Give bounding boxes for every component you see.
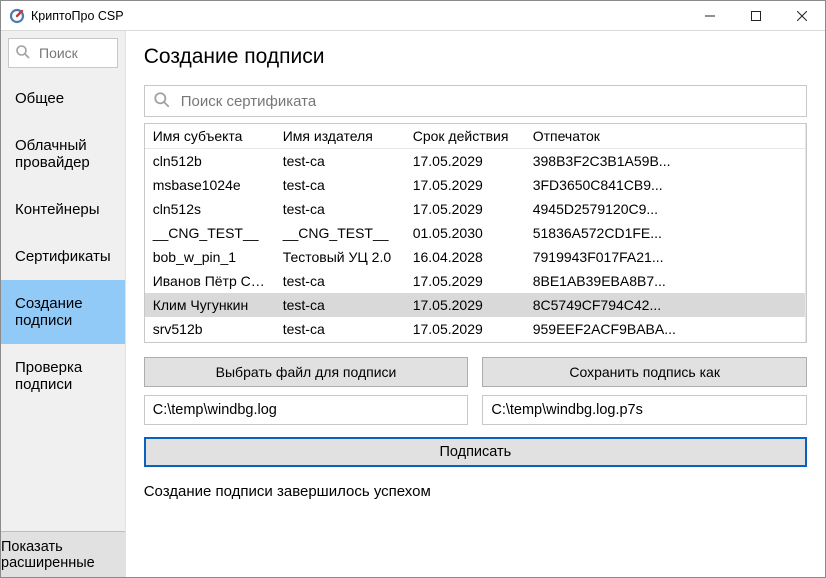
sign-button[interactable]: Подписать	[144, 437, 807, 467]
cell-thumbprint: 8C5749CF794C42...	[525, 293, 805, 317]
page-title: Создание подписи	[144, 45, 807, 69]
certificate-table: Имя субъекта Имя издателя Срок действия …	[144, 123, 807, 343]
certificate-search[interactable]	[144, 85, 807, 117]
table-row[interactable]: srv512btest-ca17.05.2029959EEF2ACF9BABA.…	[145, 317, 805, 341]
cell-issuer: test-ca	[275, 317, 405, 341]
col-header-expiry[interactable]: Срок действия	[405, 124, 525, 149]
table-header-row: Имя субъекта Имя издателя Срок действия …	[145, 124, 805, 149]
scroll-down-icon[interactable]: ▼	[806, 325, 807, 342]
sidebar-item-certificates[interactable]: Сертификаты	[1, 233, 125, 280]
cell-subject: __CNG_TEST__	[145, 221, 275, 245]
search-icon	[153, 91, 171, 112]
button-label: Выбрать файл для подписи	[216, 364, 397, 380]
cell-issuer: test-ca	[275, 197, 405, 221]
cell-expiry: 17.05.2029	[405, 317, 525, 341]
save-signature-as-button[interactable]: Сохранить подпись как	[482, 357, 807, 387]
cell-issuer: __CNG_TEST__	[275, 221, 405, 245]
sidebar-item-create-signature[interactable]: Создание подписи	[1, 280, 125, 344]
window-controls	[687, 1, 825, 30]
certificate-search-input[interactable]	[179, 92, 798, 111]
status-text: Создание подписи завершилось успехом	[144, 483, 807, 500]
table-row[interactable]: __CNG_TEST____CNG_TEST__01.05.203051836A…	[145, 221, 805, 245]
minimize-button[interactable]	[687, 1, 733, 30]
button-label: Показать расширенные	[1, 539, 125, 571]
table-row[interactable]: Иванов Пётр Серг...test-ca17.05.20298BE1…	[145, 269, 805, 293]
table-scrollbar[interactable]: ▲ ▼	[805, 124, 806, 342]
cell-issuer: Crypto-Pro Intern...	[275, 341, 405, 342]
show-advanced-button[interactable]: Показать расширенные	[1, 531, 125, 577]
cell-thumbprint: 3FD3650C841CB9...	[525, 173, 805, 197]
cell-subject: Иванов Пётр Серг...	[145, 269, 275, 293]
cell-subject: cln512s	[145, 197, 275, 221]
cell-thumbprint: 51836A572CD1FE...	[525, 221, 805, 245]
app-window: КриптоПро CSP Об	[0, 0, 826, 578]
sidebar-search[interactable]	[8, 38, 118, 68]
sidebar-item-general[interactable]: Общее	[1, 75, 125, 122]
cell-issuer: test-ca	[275, 173, 405, 197]
cell-expiry: 20.04.2020	[405, 341, 525, 342]
signature-file-path-input[interactable]	[482, 395, 807, 425]
cell-thumbprint: 959EEF2ACF9BABA...	[525, 317, 805, 341]
sidebar: Общее Облачный провайдер Контейнеры Серт…	[1, 31, 126, 577]
cell-subject: bob_w_pin_1	[145, 245, 275, 269]
cell-subject: cln512b	[145, 149, 275, 174]
col-header-thumbprint[interactable]: Отпечаток	[525, 124, 805, 149]
cell-expiry: 17.05.2029	[405, 269, 525, 293]
content-pane: Создание подписи Имя субъекта	[126, 31, 825, 577]
cell-expiry: 17.05.2029	[405, 149, 525, 174]
sidebar-search-input[interactable]	[37, 44, 111, 62]
cell-thumbprint: 95F9E587C802CD...	[525, 341, 805, 342]
table-row[interactable]: msbase1024etest-ca17.05.20293FD3650C841C…	[145, 173, 805, 197]
cell-thumbprint: 7919943F017FA21...	[525, 245, 805, 269]
close-button[interactable]	[779, 1, 825, 30]
cell-expiry: 17.05.2029	[405, 197, 525, 221]
cell-expiry: 01.05.2030	[405, 221, 525, 245]
cell-thumbprint: 398B3F2C3B1A59B...	[525, 149, 805, 174]
cell-subject: srv512b	[145, 317, 275, 341]
sidebar-item-label: Проверка подписи	[15, 359, 82, 393]
button-label: Сохранить подпись как	[569, 364, 720, 380]
button-label: Подписать	[439, 444, 511, 460]
window-title: КриптоПро CSP	[31, 9, 687, 23]
sidebar-item-label: Создание подписи	[15, 295, 83, 329]
scroll-up-icon[interactable]: ▲	[806, 124, 807, 141]
cell-expiry: 16.04.2028	[405, 245, 525, 269]
cell-expiry: 17.05.2029	[405, 173, 525, 197]
sidebar-item-label: Общее	[15, 90, 64, 107]
cell-subject: Admin for Rational...	[145, 341, 275, 342]
sidebar-item-containers[interactable]: Контейнеры	[1, 186, 125, 233]
table-row[interactable]: cln512btest-ca17.05.2029398B3F2C3B1A59B.…	[145, 149, 805, 174]
sidebar-item-label: Облачный провайдер	[15, 137, 90, 171]
cell-thumbprint: 4945D2579120C9...	[525, 197, 805, 221]
cell-issuer: test-ca	[275, 293, 405, 317]
app-icon	[9, 8, 25, 24]
sidebar-nav: Общее Облачный провайдер Контейнеры Серт…	[1, 75, 125, 408]
table-row[interactable]: bob_w_pin_1Тестовый УЦ 2.016.04.20287919…	[145, 245, 805, 269]
table-row[interactable]: Клим Чугункинtest-ca17.05.20298C5749CF79…	[145, 293, 805, 317]
sidebar-item-verify-signature[interactable]: Проверка подписи	[1, 344, 125, 408]
cell-issuer: test-ca	[275, 149, 405, 174]
cell-issuer: test-ca	[275, 269, 405, 293]
table-row[interactable]: Admin for Rational...Crypto-Pro Intern..…	[145, 341, 805, 342]
table-row[interactable]: cln512stest-ca17.05.20294945D2579120C9..…	[145, 197, 805, 221]
cell-subject: msbase1024e	[145, 173, 275, 197]
sidebar-item-cloud-provider[interactable]: Облачный провайдер	[1, 122, 125, 186]
sidebar-item-label: Сертификаты	[15, 248, 111, 265]
title-bar: КриптоПро CSP	[1, 1, 825, 31]
source-file-path-input[interactable]	[144, 395, 469, 425]
cell-subject: Клим Чугункин	[145, 293, 275, 317]
search-icon	[15, 44, 31, 63]
cell-thumbprint: 8BE1AB39EBA8B7...	[525, 269, 805, 293]
col-header-subject[interactable]: Имя субъекта	[145, 124, 275, 149]
cell-issuer: Тестовый УЦ 2.0	[275, 245, 405, 269]
maximize-button[interactable]	[733, 1, 779, 30]
col-header-issuer[interactable]: Имя издателя	[275, 124, 405, 149]
cell-expiry: 17.05.2029	[405, 293, 525, 317]
sidebar-item-label: Контейнеры	[15, 201, 100, 218]
choose-file-button[interactable]: Выбрать файл для подписи	[144, 357, 469, 387]
